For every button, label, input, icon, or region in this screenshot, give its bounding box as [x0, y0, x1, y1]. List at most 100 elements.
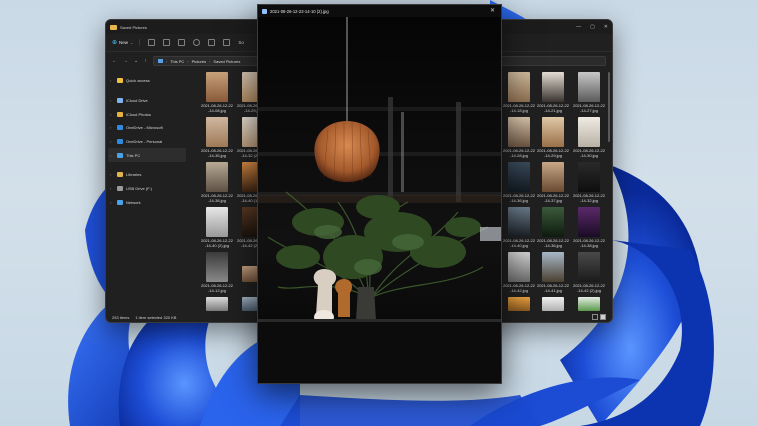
file-tile[interactable]: 2021-08-26-12-22 -14-40.jpg: [500, 207, 538, 248]
network-icon: [117, 199, 123, 205]
delete-icon[interactable]: [223, 39, 231, 46]
close-button[interactable]: ✕: [604, 24, 608, 30]
sidebar-item-icloud-photos[interactable]: › iCloud Photos: [106, 107, 188, 121]
details-view-icon[interactable]: [592, 314, 598, 320]
file-tile[interactable]: 2021-08-26-12-22 -14-36.jpg: [534, 207, 572, 248]
breadcrumb-saved-pictures[interactable]: Saved Pictures: [213, 59, 240, 64]
photo-icon: [262, 8, 267, 14]
sidebar-item-usb-drive[interactable]: › USB Drive (F:): [106, 182, 188, 196]
sidebar-item-quick-access[interactable]: › Quick access: [106, 74, 188, 88]
file-tile[interactable]: 2021-08-26-12-22 -14-08.jpg: [198, 72, 236, 113]
share-icon[interactable]: [208, 39, 216, 46]
file-tile[interactable]: 2021-08-26-12-22 -14-12.jpg: [198, 252, 236, 293]
scrollbar[interactable]: [608, 72, 610, 142]
forward-icon[interactable]: →: [123, 58, 128, 64]
paste-icon[interactable]: [178, 39, 186, 46]
thumbnail: [508, 207, 530, 237]
thumbnail: [578, 72, 600, 102]
chevron-down-icon: ⌄: [130, 40, 134, 45]
file-tile[interactable]: 2021-08-26-12-22 -14-41.jpg: [534, 252, 572, 293]
close-icon[interactable]: ✕: [490, 7, 495, 14]
thumbnail: [508, 297, 530, 311]
onedrive-icon: [117, 125, 123, 131]
file-tile[interactable]: 2021-08-26-12-22 -14-36.jpg: [500, 162, 538, 203]
pc-icon: [157, 59, 163, 63]
file-tile[interactable]: 2021-08-26-12-22 -14-35.jpg: [198, 117, 236, 158]
copy-icon[interactable]: [163, 39, 171, 46]
minimize-button[interactable]: —: [576, 24, 581, 30]
folder-icon: [110, 24, 117, 30]
file-tile[interactable]: [534, 297, 572, 312]
back-icon[interactable]: ←: [112, 58, 117, 64]
file-tile[interactable]: 2021-08-26-12-22 -14-38.jpg: [570, 207, 608, 248]
file-tile[interactable]: 2021-08-26-12-22 -14-37.jpg: [534, 162, 572, 203]
cut-icon[interactable]: [148, 39, 156, 46]
photo-image: [258, 17, 501, 383]
file-tile[interactable]: 2021-08-26-12-22 -14-27.jpg: [570, 72, 608, 113]
thumbnail: [542, 162, 564, 192]
sort-button[interactable]: So: [238, 40, 244, 45]
sidebar-item-network[interactable]: › Network: [106, 196, 188, 210]
sidebar-item-this-pc[interactable]: › This PC: [108, 148, 186, 163]
thumbnail: [578, 207, 600, 237]
thumbnail: [578, 297, 600, 311]
thumbnail: [578, 162, 600, 192]
file-tile[interactable]: 2021-08-26-12-22 -14-40 (2).jpg: [198, 207, 236, 248]
onedrive-icon: [117, 139, 123, 145]
thumbnail: [206, 297, 228, 311]
thumbnail: [578, 117, 600, 147]
sidebar-item-onedrive-microsoft[interactable]: › OneDrive - Microsoft: [106, 121, 188, 135]
library-icon: [117, 172, 123, 178]
file-tile[interactable]: 2021-08-26-12-22 -14-32.jpg: [570, 162, 608, 203]
up-icon[interactable]: ↑: [144, 58, 147, 64]
thumbnail: [206, 252, 228, 282]
thumbnail-view-icon[interactable]: [600, 314, 606, 320]
sidebar-item-onedrive-personal[interactable]: › OneDrive - Personal: [106, 135, 188, 149]
file-tile[interactable]: 2021-08-26-12-22 -14-30.jpg: [570, 117, 608, 158]
photo-viewer-window[interactable]: 2021-08-26-12-22-14-10 (2).jpg ✕: [257, 4, 502, 384]
view-toggle: [592, 314, 606, 320]
file-tile[interactable]: 2021-08-26-12-22 -14-21.jpg: [534, 72, 572, 113]
thumbnail: [206, 72, 228, 102]
thumbnail: [542, 252, 564, 282]
file-tile[interactable]: [570, 297, 608, 312]
thumbnail: [206, 117, 228, 147]
thumbnail: [542, 207, 564, 237]
thumbnail: [542, 117, 564, 147]
recent-icon[interactable]: ⌄: [134, 58, 138, 64]
file-tile[interactable]: 2021-08-26-12-22 -14-42 (2).jpg: [570, 252, 608, 293]
thumbnail: [508, 252, 530, 282]
thumbnail: [508, 162, 530, 192]
file-tile[interactable]: [500, 297, 538, 312]
rename-icon[interactable]: [193, 39, 201, 46]
sidebar-item-icloud-drive[interactable]: › iCloud Drive: [106, 94, 188, 108]
file-tile[interactable]: [198, 297, 236, 312]
sidebar-item-libraries[interactable]: › Libraries: [106, 168, 188, 182]
breadcrumb-pictures[interactable]: Pictures: [192, 59, 206, 64]
file-tile[interactable]: 2021-08-26-12-22 -14-28.jpg: [500, 117, 538, 158]
viewer-titlebar[interactable]: 2021-08-26-12-22-14-10 (2).jpg ✕: [258, 5, 501, 17]
file-tile[interactable]: 2021-08-26-12-22 -14-29.jpg: [534, 117, 572, 158]
usb-drive-icon: [117, 186, 123, 192]
thumbnail: [578, 252, 600, 282]
file-tile[interactable]: 2021-08-26-12-22 -14-18.jpg: [500, 72, 538, 113]
status-bar: 253 items 1 item selected 320 KB: [112, 315, 176, 320]
thumbnail: [206, 207, 228, 237]
star-icon: [117, 78, 123, 84]
file-tile[interactable]: 2021-08-26-12-22 -14-38.jpg: [198, 162, 236, 203]
explorer-title: Saved Pictures: [120, 24, 147, 30]
new-button[interactable]: ⊕ New ⌄: [112, 39, 141, 46]
photos-icon: [117, 111, 123, 117]
breadcrumb-this-pc[interactable]: This PC: [170, 59, 184, 64]
file-tile[interactable]: 2021-08-26-12-22 -14-42.jpg: [500, 252, 538, 293]
item-count: 253 items: [112, 315, 130, 320]
maximize-button[interactable]: ▢: [590, 24, 595, 30]
navigation-pane: › Quick access › iCloud Drive › iCloud P…: [106, 71, 188, 315]
thumbnail: [542, 297, 564, 311]
viewer-title: 2021-08-26-12-22-14-10 (2).jpg: [270, 8, 329, 14]
thumbnail: [206, 162, 228, 192]
plus-icon: ⊕: [112, 40, 118, 46]
thumbnail: [508, 117, 530, 147]
thumbnail: [542, 72, 564, 102]
thumbnail: [508, 72, 530, 102]
